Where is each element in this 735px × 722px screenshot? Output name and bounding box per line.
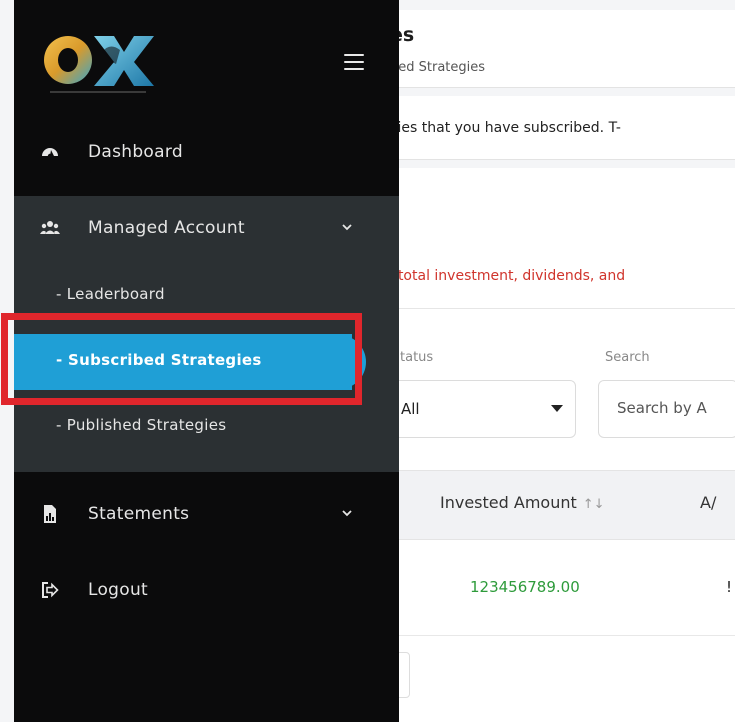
sidebar-item-label: Dashboard	[88, 142, 183, 162]
info-text: egies that you have subscribed. T-	[380, 120, 621, 136]
sidebar-item-logout[interactable]: Logout	[14, 558, 399, 624]
sidebar-subitem-published-strategies[interactable]: - Published Strategies	[14, 399, 399, 455]
search-input[interactable]	[617, 399, 735, 417]
menu-toggle-icon[interactable]	[344, 54, 364, 70]
breadcrumb: bed Strategies	[390, 60, 486, 75]
invested-amount-cell: 123456789.00	[470, 578, 580, 596]
column-header-invested-amount[interactable]: Invested Amount ↑↓	[440, 493, 605, 512]
column-header-next[interactable]: A/	[700, 493, 716, 512]
next-cell: !	[726, 578, 733, 596]
sidebar-subitem-label: - Leaderboard	[56, 285, 165, 303]
divider	[380, 308, 735, 309]
highlight-box	[1, 313, 362, 405]
sidebar-item-dashboard[interactable]: Dashboard	[14, 120, 399, 186]
table-header: Invested Amount ↑↓ A/	[360, 470, 735, 540]
users-icon	[40, 221, 60, 234]
sidebar-subitem-label: - Published Strategies	[56, 416, 227, 434]
table-row: 123456789.00 !	[360, 540, 735, 636]
warning-text: of total investment, dividends, and	[380, 268, 626, 284]
ox-securities-logo	[44, 36, 154, 93]
search-label: Search	[605, 350, 650, 365]
status-filter-label: tatus	[400, 350, 434, 365]
strategies-panel: of total investment, dividends, and tatu…	[360, 168, 735, 722]
info-card: egies that you have subscribed. T-	[360, 96, 735, 160]
chevron-down-icon[interactable]	[340, 506, 354, 520]
page-header: es bed Strategies	[360, 10, 735, 88]
gauge-icon	[42, 148, 58, 159]
status-select-value: All	[401, 400, 420, 418]
sidebar-item-label: Logout	[88, 580, 149, 600]
file-chart-icon	[44, 505, 56, 523]
sidebar-item-label: Statements	[88, 504, 190, 524]
sort-icon[interactable]: ↑↓	[583, 497, 605, 512]
search-field[interactable]	[598, 380, 735, 438]
column-header-label: Invested Amount	[440, 493, 577, 512]
chevron-down-icon[interactable]	[340, 220, 354, 234]
logout-icon	[42, 582, 59, 598]
sidebar-item-label: Managed Account	[88, 218, 245, 238]
caret-down-icon	[551, 405, 563, 412]
sidebar-item-managed-account[interactable]: Managed Account	[14, 196, 399, 262]
sidebar-item-statements[interactable]: Statements	[14, 482, 399, 548]
